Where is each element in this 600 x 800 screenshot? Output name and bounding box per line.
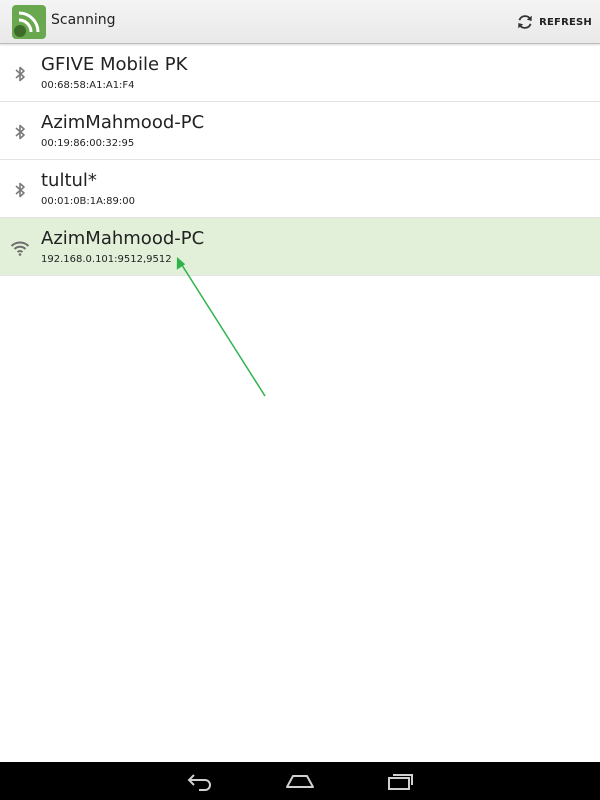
- action-bar: Scanning REFRESH: [0, 0, 600, 44]
- bluetooth-icon: [15, 182, 25, 198]
- device-address: 00:19:86:00:32:95: [41, 138, 135, 149]
- device-name: AzimMahmood-PC: [41, 228, 205, 249]
- device-name: GFIVE Mobile PK: [41, 54, 188, 75]
- device-name: tultul*: [41, 170, 97, 191]
- screen-title: Scanning: [51, 12, 116, 28]
- device-row[interactable]: AzimMahmood-PC 00:19:86:00:32:95: [0, 102, 600, 160]
- refresh-label: REFRESH: [539, 16, 592, 28]
- refresh-button[interactable]: REFRESH: [514, 8, 594, 36]
- device-address: 00:68:58:A1:A1:F4: [41, 80, 135, 91]
- rss-cast-icon[interactable]: [12, 5, 46, 39]
- recent-apps-button[interactable]: [380, 768, 420, 794]
- device-name: AzimMahmood-PC: [41, 112, 205, 133]
- recent-apps-icon: [388, 774, 413, 790]
- wifi-icon: [10, 241, 30, 256]
- home-icon: [286, 775, 314, 788]
- back-button[interactable]: [180, 768, 220, 794]
- device-address: 00:01:0B:1A:89:00: [41, 196, 135, 207]
- bluetooth-icon: [15, 124, 25, 140]
- system-nav-bar: [0, 762, 600, 800]
- refresh-icon: [518, 15, 532, 29]
- device-list: GFIVE Mobile PK 00:68:58:A1:A1:F4 AzimMa…: [0, 44, 600, 276]
- device-row[interactable]: tultul* 00:01:0B:1A:89:00: [0, 160, 600, 218]
- back-icon: [187, 774, 211, 791]
- device-row-selected[interactable]: AzimMahmood-PC 192.168.0.101:9512,9512: [0, 218, 600, 276]
- device-row[interactable]: GFIVE Mobile PK 00:68:58:A1:A1:F4: [0, 44, 600, 102]
- device-address: 192.168.0.101:9512,9512: [41, 254, 172, 265]
- home-button[interactable]: [280, 768, 320, 794]
- bluetooth-icon: [15, 66, 25, 82]
